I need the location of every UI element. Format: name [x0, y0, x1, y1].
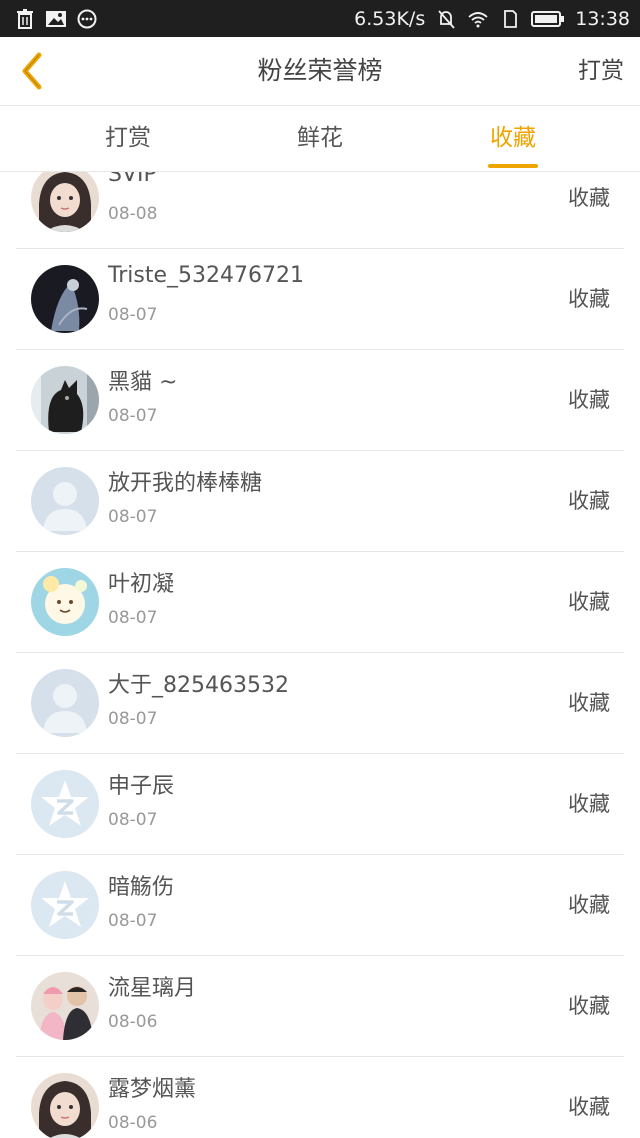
status-bar: 6.53K/s 13:38	[0, 0, 640, 37]
favorite-date: 08-06	[108, 1012, 158, 1032]
favorite-date: 08-06	[108, 1113, 158, 1133]
tab-indicator	[488, 164, 538, 168]
photo-dark-avatar-image	[31, 265, 99, 333]
favorite-date: 08-07	[108, 709, 158, 729]
avatar[interactable]	[31, 770, 99, 838]
default-person-avatar-image	[31, 669, 99, 737]
favorite-date: 08-07	[108, 507, 158, 527]
user-name: 暗觞伤	[108, 875, 175, 900]
favorite-label: 收藏	[568, 691, 610, 715]
user-name: SVIP	[108, 172, 157, 187]
reward-button[interactable]: 打赏	[578, 37, 624, 105]
tab-label: 打赏	[105, 125, 151, 151]
user-name: 流星璃月	[108, 976, 197, 1001]
fan-list[interactable]: SVIP 08-08 收藏 Triste_532476721 08-07 收藏 …	[0, 172, 640, 1138]
nav-header: 粉丝荣誉榜 打赏	[0, 37, 640, 106]
qzone-star-avatar-image	[31, 770, 99, 838]
list-item[interactable]: 申子辰 08-07 收藏	[16, 754, 624, 855]
photo-girl-avatar-image	[31, 172, 99, 232]
user-name: 露梦烟薰	[108, 1077, 197, 1102]
favorite-label: 收藏	[568, 1095, 610, 1119]
qzone-star-avatar-image	[31, 871, 99, 939]
list-item[interactable]: 流星璃月 08-06 收藏	[16, 956, 624, 1057]
favorite-label: 收藏	[568, 489, 610, 513]
user-name: 放开我的棒棒糖	[108, 471, 263, 496]
back-arrow-icon	[22, 52, 42, 90]
tab-label: 收藏	[490, 125, 536, 151]
default-person-avatar-image	[31, 467, 99, 535]
favorite-label: 收藏	[568, 994, 610, 1018]
favorite-label: 收藏	[568, 893, 610, 917]
avatar[interactable]	[31, 172, 99, 232]
list-item[interactable]: 叶初凝 08-07 收藏	[16, 552, 624, 653]
avatar[interactable]	[31, 467, 99, 535]
status-bar-left	[14, 0, 98, 37]
favorite-date: 08-08	[108, 204, 158, 224]
avatar[interactable]	[31, 366, 99, 434]
back-button[interactable]	[10, 49, 54, 93]
tab-reward[interactable]: 打赏	[58, 106, 198, 171]
tab-favorites[interactable]: 收藏	[443, 106, 583, 171]
user-name: 叶初凝	[108, 572, 175, 597]
tab-flowers[interactable]: 鲜花	[250, 106, 390, 171]
mute-icon	[438, 9, 455, 29]
list-item[interactable]: Triste_532476721 08-07 收藏	[16, 249, 624, 350]
list-item[interactable]: 暗觞伤 08-07 收藏	[16, 855, 624, 956]
photo-cat-avatar-image	[31, 366, 99, 434]
image-icon	[46, 10, 66, 27]
status-bar-right: 6.53K/s 13:38	[354, 0, 630, 37]
favorite-label: 收藏	[568, 186, 610, 210]
avatar[interactable]	[31, 669, 99, 737]
network-speed: 6.53K/s	[354, 7, 426, 30]
favorite-date: 08-07	[108, 608, 158, 628]
photo-girl-avatar-image	[31, 1073, 99, 1138]
list-item[interactable]: 大于_825463532 08-07 收藏	[16, 653, 624, 754]
favorite-label: 收藏	[568, 287, 610, 311]
favorite-label: 收藏	[568, 792, 610, 816]
page-title: 粉丝荣誉榜	[257, 56, 383, 85]
favorite-date: 08-07	[108, 810, 158, 830]
favorite-label: 收藏	[568, 388, 610, 412]
wifi-icon	[468, 11, 488, 27]
battery-icon	[531, 10, 565, 27]
user-name: 大于_825463532	[108, 673, 289, 698]
tab-bar: 打赏 鲜花 收藏	[0, 106, 640, 172]
user-name: 申子辰	[108, 774, 175, 799]
photo-cartoon-avatar-image	[31, 568, 99, 636]
favorite-label: 收藏	[568, 590, 610, 614]
list-item[interactable]: 黑貓 ~ 08-07 收藏	[16, 350, 624, 451]
more-circle-icon	[77, 9, 97, 28]
sim-icon	[504, 9, 518, 28]
favorite-date: 08-07	[108, 911, 158, 931]
tab-label: 鲜花	[297, 125, 343, 151]
avatar[interactable]	[31, 1073, 99, 1138]
photo-couple-avatar-image	[31, 972, 99, 1040]
avatar[interactable]	[31, 871, 99, 939]
favorite-date: 08-07	[108, 406, 158, 426]
favorite-date: 08-07	[108, 305, 158, 325]
list-item[interactable]: SVIP 08-08 收藏	[16, 172, 624, 249]
fan-list-content: SVIP 08-08 收藏 Triste_532476721 08-07 收藏 …	[0, 172, 640, 1138]
list-item[interactable]: 放开我的棒棒糖 08-07 收藏	[16, 451, 624, 552]
clock: 13:38	[575, 7, 630, 30]
avatar[interactable]	[31, 568, 99, 636]
user-name: Triste_532476721	[108, 263, 304, 288]
user-name: 黑貓 ~	[108, 370, 178, 395]
avatar[interactable]	[31, 265, 99, 333]
avatar[interactable]	[31, 972, 99, 1040]
list-item[interactable]: 露梦烟薰 08-06 收藏	[16, 1057, 624, 1138]
trash-icon	[17, 8, 33, 29]
